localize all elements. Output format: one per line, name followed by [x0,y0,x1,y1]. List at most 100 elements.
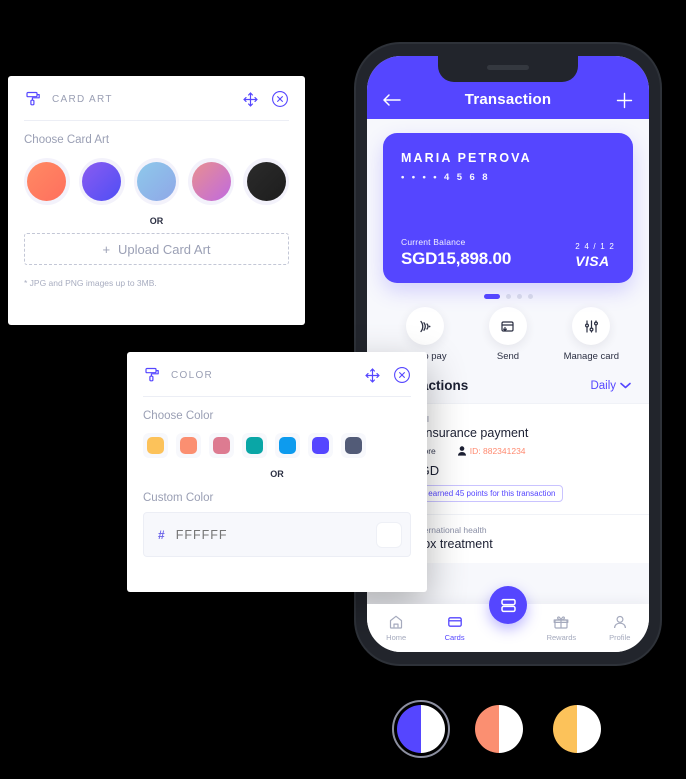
custom-color-field[interactable]: # [143,512,411,557]
swatch-fill [136,162,176,201]
card-holder-name: MARIA PETROVA [401,151,532,165]
phone-notch [438,56,578,82]
or-divider: OR [270,469,284,479]
color-swatch-rose[interactable] [209,433,234,458]
color-swatch-indigo[interactable] [308,433,333,458]
panel-body: Choose Card Art OR + Upload Card Art * J… [8,121,305,288]
carousel-dot-4[interactable] [527,294,533,299]
swatch-fill [246,162,286,201]
card-balance-value: SGD15,898.00 [401,249,512,268]
swatch-fill [213,437,230,454]
tx-id: ID: 882341234 [457,446,526,456]
page-title: Transaction [464,91,552,108]
choose-card-art-label: Choose Card Art [24,134,110,146]
card-expiry: 2 4 / 1 2 [575,242,615,251]
carousel-dot-1[interactable] [483,294,500,299]
carousel-dot-2[interactable] [505,294,511,299]
bank-card[interactable]: MARIA PETROVA • • • • 4 5 6 8 Current Ba… [383,133,633,283]
move-arrows-icon [243,91,258,107]
canvas: Transaction MARIA PETROVA • • • • 4 5 6 … [0,0,686,779]
color-swatch-amber[interactable] [143,433,168,458]
action-label: Send [496,351,520,362]
bottom-swatch-amber-white[interactable] [548,700,606,758]
card-scan-icon [500,598,516,612]
swatch-half-right [577,705,601,753]
color-swatch-blue[interactable] [275,433,300,458]
scan-fab[interactable] [489,586,527,624]
card-balance-group: Current Balance SGD15,898.00 [401,237,511,269]
card-art-swatch-pink[interactable] [188,158,235,205]
swatch-fill [27,162,67,201]
color-swatch-coral[interactable] [176,433,201,458]
swatch-half-left [475,705,499,753]
card-art-swatch-coral[interactable] [24,158,70,205]
swatch-fill [246,437,263,454]
color-swatch-list [143,433,411,458]
nav-item-cards[interactable]: Cards [430,614,480,642]
panel-body: Choose Color OR Custom Color # [127,397,427,557]
color-swatch-teal[interactable] [242,433,267,458]
back-arrow-icon[interactable] [381,89,403,111]
nav-label: Cards [444,633,465,642]
card-number-masked: • • • • 4 5 6 8 [401,172,490,183]
swatch-fill [147,437,164,454]
send-card-icon [488,307,527,345]
transactions-filter-dropdown[interactable]: Daily [590,380,631,392]
filter-label: Daily [590,379,616,392]
swatch-half-left [553,705,577,753]
swatch-fill [279,437,296,454]
card-carousel[interactable]: MARIA PETROVA • • • • 4 5 6 8 Current Ba… [367,119,649,283]
swatch-half-right [421,705,445,753]
carousel-dot-3[interactable] [516,294,522,299]
card-art-swatch-sky[interactable] [133,158,180,205]
nav-label: Rewards [546,633,577,642]
paint-roller-icon [26,91,40,106]
swatch-fill [180,437,197,454]
card-art-swatch-black[interactable] [243,158,289,205]
card-art-swatch-violet[interactable] [78,158,125,205]
bottom-swatch-blue-white[interactable] [392,700,450,758]
plus-icon: + [102,241,111,257]
card-brand-group: 2 4 / 1 2 VISA [575,242,615,269]
custom-color-input[interactable] [175,527,376,542]
action-manage-card[interactable]: Manage card [553,307,629,362]
speaker-grille [487,65,529,70]
nav-item-rewards[interactable]: Rewards [536,614,586,642]
swatch-fill [345,437,362,454]
close-circle-icon [272,91,288,107]
action-label: Manage card [563,351,620,362]
color-panel: COLOR Choose Color OR Custom Color # [127,352,427,592]
action-send[interactable]: Send [470,307,546,362]
gift-icon [553,616,569,629]
panel-header: CARD ART [8,76,305,108]
plus-icon[interactable] [613,89,635,111]
card-balance-label: Current Balance [401,237,466,247]
panel-header-actions [242,90,289,108]
swatch-half-left [397,705,421,753]
nav-label: Home [386,633,407,642]
panel-header-actions [364,366,411,384]
upload-card-art-button[interactable]: + Upload Card Art [24,233,289,265]
chevron-down-icon [620,382,631,389]
upload-label: Upload Card Art [118,241,211,257]
sliders-icon [572,307,611,345]
custom-color-label: Custom Color [143,492,214,504]
tx-id-text: ID: 882341234 [469,446,526,456]
card-art-swatch-list [24,158,289,205]
nav-item-profile[interactable]: Profile [595,614,645,642]
carousel-dots[interactable] [367,283,649,301]
hash-icon: # [158,527,165,542]
nav-item-home[interactable]: Home [371,614,421,642]
color-swatch-slate[interactable] [341,433,366,458]
card-brand-logo: VISA [575,253,610,269]
custom-color-preview[interactable] [376,521,402,548]
swatch-fill [191,162,231,201]
bottom-swatch-coral-white[interactable] [470,700,528,758]
upload-note: * JPG and PNG images up to 3MB. [24,278,157,288]
card-footer: Current Balance SGD15,898.00 2 4 / 1 2 V… [401,237,615,269]
home-icon [390,615,403,629]
split-swatch [553,705,601,753]
paint-roller-icon [145,367,159,382]
choose-color-label: Choose Color [143,410,214,422]
swatch-fill [312,437,329,454]
